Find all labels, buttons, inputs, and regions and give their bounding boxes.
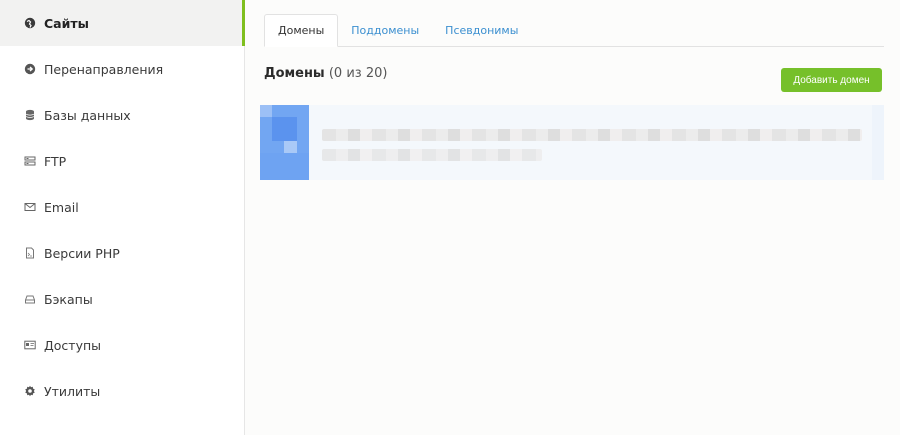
sidebar-item-redirects[interactable]: Перенаправления (0, 46, 244, 92)
redacted-domain-details (322, 149, 542, 161)
page-title-text: Домены (264, 66, 325, 81)
id-card-icon (24, 339, 36, 351)
sidebar-item-label: Email (44, 199, 79, 215)
tab-bar: Домены Поддомены Псевдонимы (264, 14, 884, 47)
sidebar-item-label: Доступы (44, 337, 102, 353)
site-favicon (260, 105, 309, 180)
sidebar-item-email[interactable]: Email (0, 184, 244, 230)
envelope-icon (24, 201, 36, 213)
add-domain-button[interactable]: Добавить домен (781, 68, 882, 92)
domain-count: (0 из 20) (328, 66, 388, 81)
favicon-pixel (272, 117, 297, 141)
sidebar-item-access[interactable]: Доступы (0, 322, 244, 368)
sidebar-item-label: Версии PHP (44, 245, 120, 261)
tab-subdomains[interactable]: Поддомены (338, 14, 432, 46)
sidebar: Сайты Перенаправления Базы данных FTP Em… (0, 0, 245, 435)
backup-drive-icon (24, 293, 36, 305)
sidebar-item-label: Сайты (44, 15, 89, 31)
row-edge (872, 105, 884, 180)
redacted-domain-name (322, 129, 862, 141)
ftp-server-icon (24, 155, 36, 167)
favicon-pixel (260, 153, 309, 180)
sidebar-item-databases[interactable]: Базы данных (0, 92, 244, 138)
page-title: Домены (0 из 20) (264, 66, 387, 81)
sidebar-item-label: Базы данных (44, 107, 131, 123)
sidebar-item-php-versions[interactable]: Версии PHP (0, 230, 244, 276)
favicon-pixel (260, 105, 272, 117)
tab-aliases[interactable]: Псевдонимы (432, 14, 531, 46)
database-icon (24, 109, 36, 121)
domain-row-redacted[interactable] (260, 105, 884, 180)
sidebar-item-label: Перенаправления (44, 61, 164, 77)
main-content: Домены Поддомены Псевдонимы Домены (0 из… (245, 0, 900, 435)
tab-domains[interactable]: Домены (264, 14, 339, 47)
sidebar-item-backups[interactable]: Бэкапы (0, 276, 244, 322)
sidebar-item-label: Утилиты (44, 383, 101, 399)
sidebar-item-ftp[interactable]: FTP (0, 138, 244, 184)
favicon-pixel (284, 141, 297, 153)
sidebar-item-utilities[interactable]: Утилиты (0, 368, 244, 414)
sidebar-item-label: FTP (44, 153, 67, 169)
gear-icon (24, 385, 36, 397)
globe-icon (24, 17, 36, 29)
php-file-icon (24, 247, 36, 259)
sidebar-item-label: Бэкапы (44, 291, 93, 307)
redirect-arrow-icon (24, 63, 36, 75)
sidebar-item-sites[interactable]: Сайты (0, 0, 245, 46)
